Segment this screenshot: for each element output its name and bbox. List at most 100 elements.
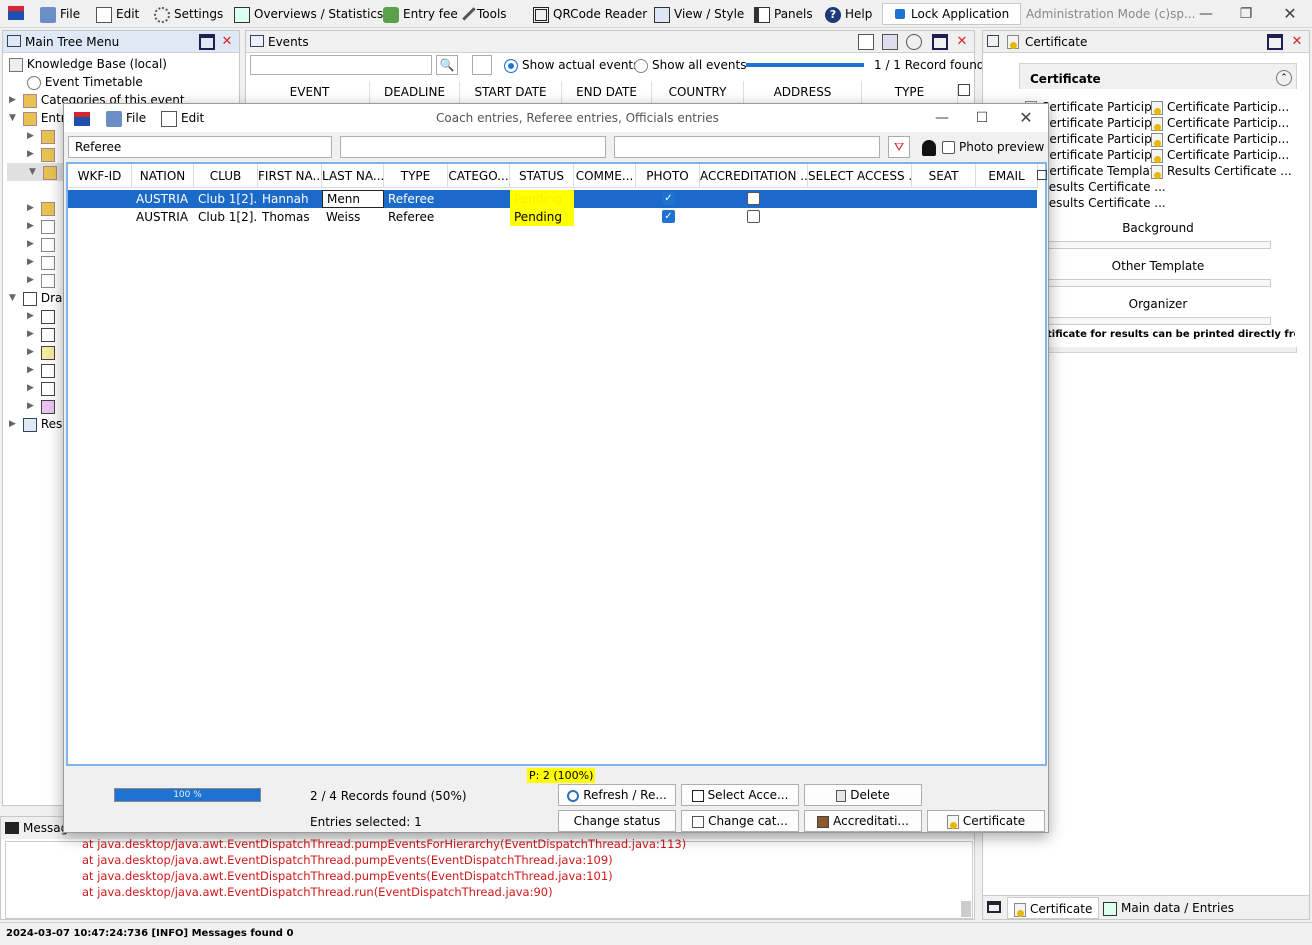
column-header[interactable]: COMME...	[574, 164, 636, 188]
table-row[interactable]: AUSTRIA Club 1[2]... Hannah Menn Referee…	[68, 190, 1037, 208]
tree-sub-item[interactable]: ▶	[27, 235, 55, 253]
close-panel-icon[interactable]: ✕	[1289, 34, 1305, 50]
change-category-button[interactable]: Change cat...	[681, 810, 799, 832]
column-header[interactable]: SELECT ACCESS ...	[808, 164, 912, 188]
photo-preview-checkbox[interactable]: Photo preview	[942, 138, 1044, 156]
close-button[interactable]: ✕	[1016, 108, 1036, 128]
menu-view-style[interactable]: View / Style	[654, 4, 744, 24]
table-row[interactable]: AUSTRIA Club 1[2]... Thomas Weiss Refere…	[68, 208, 1037, 226]
tree-sub-item[interactable]: ▶	[27, 127, 55, 145]
collapse-icon[interactable]: ⌃	[1276, 70, 1292, 86]
dialog-menu-edit[interactable]: Edit	[161, 108, 204, 128]
delete-button[interactable]: Delete	[804, 784, 922, 806]
select-access-button[interactable]: Select Acce...	[681, 784, 799, 806]
menu-file[interactable]: File	[40, 4, 80, 24]
tree-sub-item[interactable]: ▶	[27, 199, 55, 217]
column-header[interactable]: LAST NA...	[322, 164, 384, 188]
column-header[interactable]: NATION	[132, 164, 194, 188]
column-header[interactable]: ACCREDITATION ...	[700, 164, 808, 188]
column-header[interactable]: START DATE	[460, 81, 562, 103]
menu-entry-fee[interactable]: Entry fee	[383, 4, 458, 24]
column-header[interactable]: ADDRESS	[744, 81, 862, 103]
maximize-button[interactable]: ❐	[1236, 4, 1256, 24]
tree-sub-item[interactable]: ▶	[27, 271, 55, 289]
certificate-item[interactable]: Certificate Particip...	[1151, 115, 1289, 131]
tree-item-results[interactable]: ▶ Res	[9, 415, 62, 433]
tree-sub-item[interactable]: ▶	[27, 253, 55, 271]
tree-sub-item[interactable]: ▶	[27, 307, 55, 325]
refresh-icon[interactable]	[472, 55, 492, 75]
certificate-item[interactable]: Certificate Particip...	[1151, 147, 1289, 163]
refresh-button[interactable]: Refresh / Re...	[558, 784, 676, 806]
lock-application-button[interactable]: Lock Application	[882, 3, 1021, 25]
tab-certificate[interactable]: Certificate	[1007, 897, 1100, 919]
maximize-panel-icon[interactable]	[932, 34, 948, 50]
cell-last-name-focused[interactable]: Menn	[322, 190, 384, 208]
edit-icon[interactable]	[858, 34, 874, 50]
certificate-button[interactable]: Certificate	[927, 810, 1045, 832]
column-header[interactable]: DEADLINE	[370, 81, 460, 103]
show-actual-events-radio[interactable]: Show actual events	[504, 57, 639, 73]
messages-scrollbar[interactable]	[961, 901, 971, 917]
tree-sub-item[interactable]: ▶	[27, 343, 55, 361]
filter-input-3[interactable]	[614, 136, 880, 158]
column-header[interactable]: FIRST NA...	[258, 164, 322, 188]
column-chooser-icon[interactable]	[1037, 170, 1047, 180]
filter-type-input[interactable]: Referee	[68, 136, 332, 158]
column-chooser-icon[interactable]	[958, 84, 970, 96]
background-field[interactable]	[1047, 241, 1271, 249]
tree-item-draws[interactable]: ▼ Dra	[9, 289, 62, 307]
tree-sub-item[interactable]: ▶	[27, 217, 55, 235]
close-panel-icon[interactable]: ✕	[219, 34, 235, 50]
photo-checkbox[interactable]: ✓	[662, 192, 675, 205]
tree-item-knowledge-base[interactable]: Knowledge Base (local)	[9, 55, 167, 73]
filter-input-2[interactable]	[340, 136, 606, 158]
organizer-field[interactable]	[1047, 317, 1271, 325]
column-header[interactable]: END DATE	[562, 81, 652, 103]
tree-sub-item[interactable]: ▶	[27, 361, 55, 379]
folder-icon[interactable]	[882, 34, 898, 50]
photo-checkbox[interactable]: ✓	[662, 210, 675, 223]
certificate-item[interactable]: Certificate Particip...	[1151, 131, 1289, 147]
events-search-input[interactable]	[250, 55, 432, 75]
maximize-button[interactable]: ☐	[972, 108, 992, 128]
certificate-item[interactable]: Results Certificate ...	[1151, 163, 1292, 179]
tree-sub-item[interactable]: ▶	[27, 379, 55, 397]
minimize-button[interactable]: —	[932, 108, 952, 128]
column-header[interactable]: CLUB	[194, 164, 258, 188]
dialog-menu-file[interactable]: File	[106, 108, 146, 128]
maximize-panel-icon[interactable]	[199, 34, 215, 50]
close-button[interactable]: ✕	[1280, 4, 1300, 24]
column-header[interactable]: TYPE	[384, 164, 448, 188]
tree-item-entries[interactable]: ▼ Entri	[9, 109, 69, 127]
minimize-button[interactable]: —	[1196, 4, 1216, 24]
tree-sub-item[interactable]: ▶	[27, 145, 55, 163]
column-header[interactable]: CATEGO...	[448, 164, 510, 188]
column-header[interactable]: EMAIL	[976, 164, 1038, 188]
tree-item-event-timetable[interactable]: Event Timetable	[27, 73, 143, 91]
tab-main-data-entries[interactable]: Main data / Entries	[1097, 897, 1240, 919]
column-header[interactable]: STATUS	[510, 164, 574, 188]
maximize-panel-icon[interactable]	[1267, 34, 1283, 50]
certificate-item[interactable]: Certificate Particip...	[1151, 99, 1289, 115]
column-header[interactable]: COUNTRY	[652, 81, 744, 103]
maximize-panel-icon[interactable]	[987, 901, 1001, 913]
change-status-button[interactable]: Change status	[558, 810, 676, 832]
menu-edit[interactable]: Edit	[96, 4, 139, 24]
close-panel-icon[interactable]: ✕	[954, 34, 970, 50]
other-template-field[interactable]	[1047, 279, 1271, 287]
accreditation-button[interactable]: Accreditati...	[804, 810, 922, 832]
show-all-events-radio[interactable]: Show all events	[634, 57, 746, 73]
menu-tools[interactable]: Tools	[462, 4, 507, 24]
tree-sub-item[interactable]: ▶	[27, 397, 55, 415]
tree-sub-item[interactable]: ▶	[27, 325, 55, 343]
menu-settings[interactable]: Settings	[154, 4, 223, 24]
column-header[interactable]: TYPE	[862, 81, 958, 103]
menu-panels[interactable]: Panels	[754, 4, 813, 24]
menu-overviews[interactable]: Overviews / Statistics	[234, 4, 383, 24]
clear-filter-icon[interactable]: ⛛	[888, 136, 910, 158]
column-header[interactable]: EVENT	[250, 81, 370, 103]
accreditation-checkbox[interactable]	[747, 210, 760, 223]
menu-help[interactable]: ? Help	[825, 4, 872, 24]
clock-icon[interactable]	[906, 34, 922, 50]
